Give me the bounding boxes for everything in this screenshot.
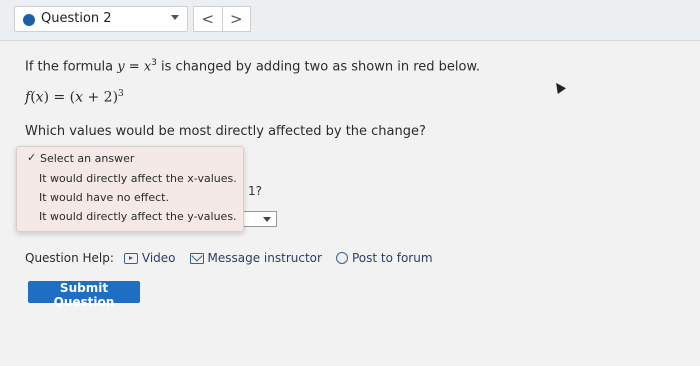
obscured-text: 1? xyxy=(248,184,263,198)
question-status-dot xyxy=(23,14,35,26)
post-to-forum-link[interactable]: Post to forum xyxy=(335,251,433,265)
message-instructor-link[interactable]: Message instructor xyxy=(189,251,322,265)
previous-question-button[interactable]: < xyxy=(194,7,222,31)
forum-icon xyxy=(335,252,348,264)
question-help: Question Help: Video Message instructor … xyxy=(25,251,447,265)
dropdown-option-x-values[interactable]: It would directly affect the x-values. xyxy=(39,172,237,185)
question-intro: If the formula y = x3 is changed by addi… xyxy=(25,58,481,75)
submit-question-button[interactable]: Submit Question xyxy=(28,281,140,309)
next-question-button[interactable]: > xyxy=(221,7,251,31)
dropdown-option-select[interactable]: Select an answer xyxy=(40,152,134,165)
checkmark-icon: ✓ xyxy=(27,151,37,164)
question-selector[interactable]: Question 2 xyxy=(14,6,188,32)
question-help-label: Question Help: xyxy=(25,251,114,265)
caret-down-icon xyxy=(263,217,271,222)
video-icon xyxy=(123,252,138,264)
question-header: Question 2 < > xyxy=(0,0,700,41)
answer-select[interactable] xyxy=(240,211,277,227)
video-link[interactable]: Video xyxy=(123,251,176,265)
mouse-cursor xyxy=(552,80,566,94)
dropdown-option-y-values[interactable]: It would directly affect the y-values. xyxy=(39,210,237,223)
question-label: Question 2 xyxy=(41,11,112,26)
question-prompt: Which values would be most directly affe… xyxy=(25,124,426,139)
modified-formula: f(x) = (x + 2)3 xyxy=(25,89,124,106)
answer-dropdown-menu: ✓ Select an answer It would directly aff… xyxy=(16,146,244,232)
dropdown-option-no-effect[interactable]: It would have no effect. xyxy=(39,191,169,204)
caret-down-icon xyxy=(171,15,179,20)
question-nav: < > xyxy=(193,6,251,32)
mail-icon xyxy=(189,252,204,264)
